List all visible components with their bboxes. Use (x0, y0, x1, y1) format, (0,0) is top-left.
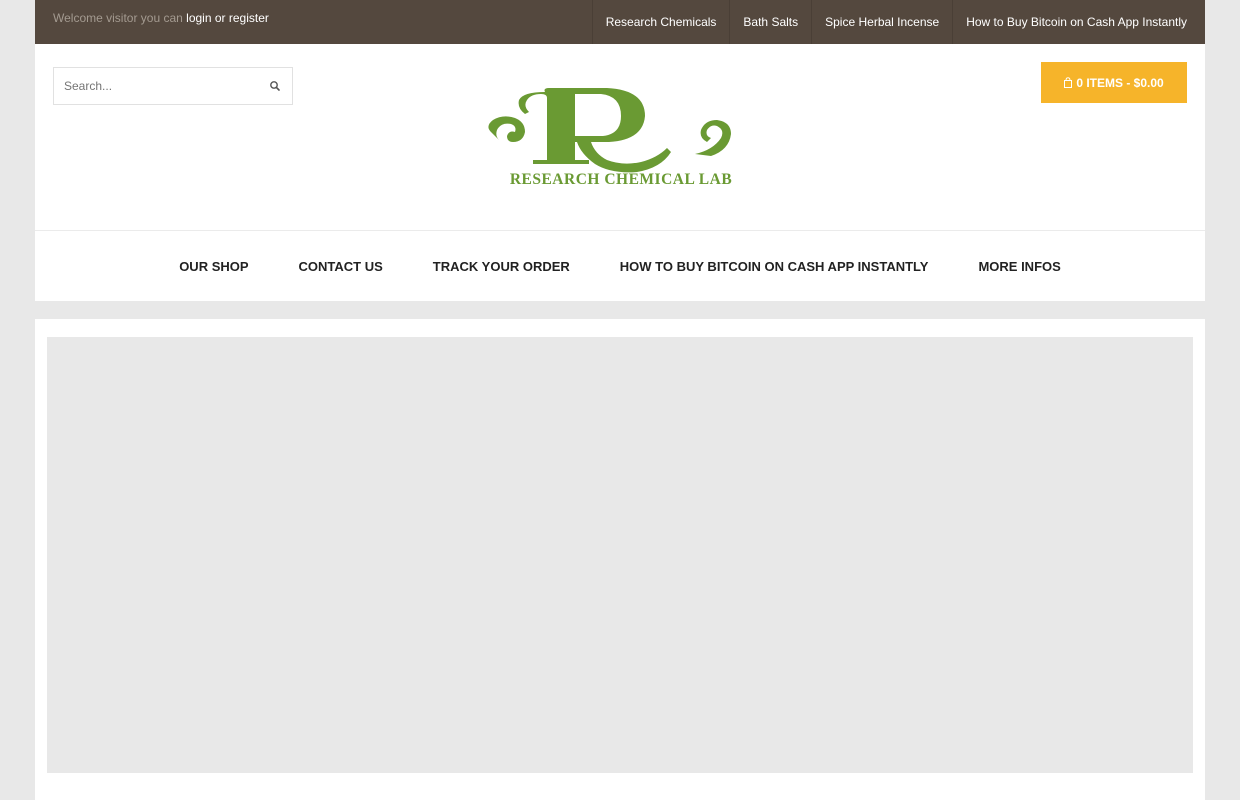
or-text: or (214, 11, 226, 25)
main-content (35, 319, 1205, 800)
register-link[interactable]: register (229, 11, 269, 25)
top-links: Research Chemicals Bath Salts Spice Herb… (591, 0, 1205, 44)
search-input[interactable] (54, 68, 254, 104)
top-link-spice-herbal-incense[interactable]: Spice Herbal Incense (811, 0, 952, 44)
nav-track-order[interactable]: TRACK YOUR ORDER (433, 259, 570, 274)
site-logo[interactable]: RESEARCH CHEMICAL LAB (485, 84, 757, 188)
shopping-bag-icon (1064, 63, 1073, 88)
welcome-text: Welcome visitor you can (53, 11, 183, 25)
hero-slider-placeholder (47, 337, 1193, 773)
cart-button[interactable]: 0 ITEMS - $0.00 (1041, 62, 1187, 103)
nav-more-infos[interactable]: MORE INFOS (978, 259, 1060, 274)
logo-text: RESEARCH CHEMICAL LAB (510, 171, 732, 188)
nav-contact-us[interactable]: CONTACT US (299, 259, 383, 274)
site-header: RESEARCH CHEMICAL LAB 0 ITEMS - $0.00 (35, 44, 1205, 230)
welcome-message: Welcome visitor you can login or registe… (53, 11, 269, 25)
top-link-buy-bitcoin[interactable]: How to Buy Bitcoin on Cash App Instantly (952, 0, 1205, 44)
search-icon[interactable] (268, 79, 282, 93)
nav-buy-bitcoin[interactable]: HOW TO BUY BITCOIN ON CASH APP INSTANTLY (620, 259, 929, 274)
search-box (53, 67, 293, 105)
top-bar: Welcome visitor you can login or registe… (35, 0, 1205, 44)
top-link-bath-salts[interactable]: Bath Salts (729, 0, 811, 44)
main-navigation: OUR SHOP CONTACT US TRACK YOUR ORDER HOW… (35, 230, 1205, 301)
cart-label: 0 ITEMS - $0.00 (1076, 76, 1164, 90)
nav-our-shop[interactable]: OUR SHOP (179, 259, 248, 274)
top-link-research-chemicals[interactable]: Research Chemicals (591, 0, 730, 44)
login-link[interactable]: login (186, 11, 211, 25)
